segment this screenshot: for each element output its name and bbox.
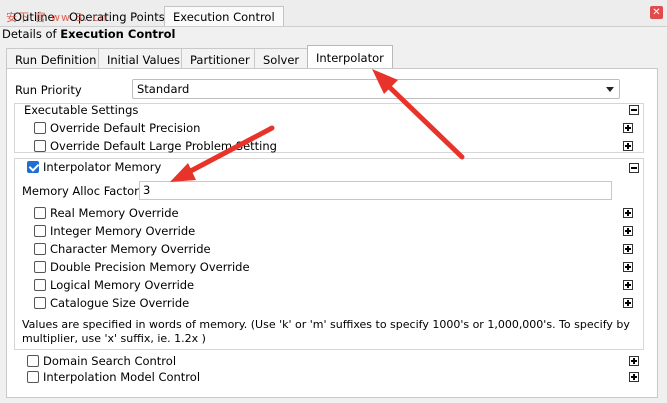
annotation-arrow: [372, 69, 465, 160]
annotation-arrows: [170, 69, 465, 182]
annotation-arrow: [170, 125, 275, 182]
